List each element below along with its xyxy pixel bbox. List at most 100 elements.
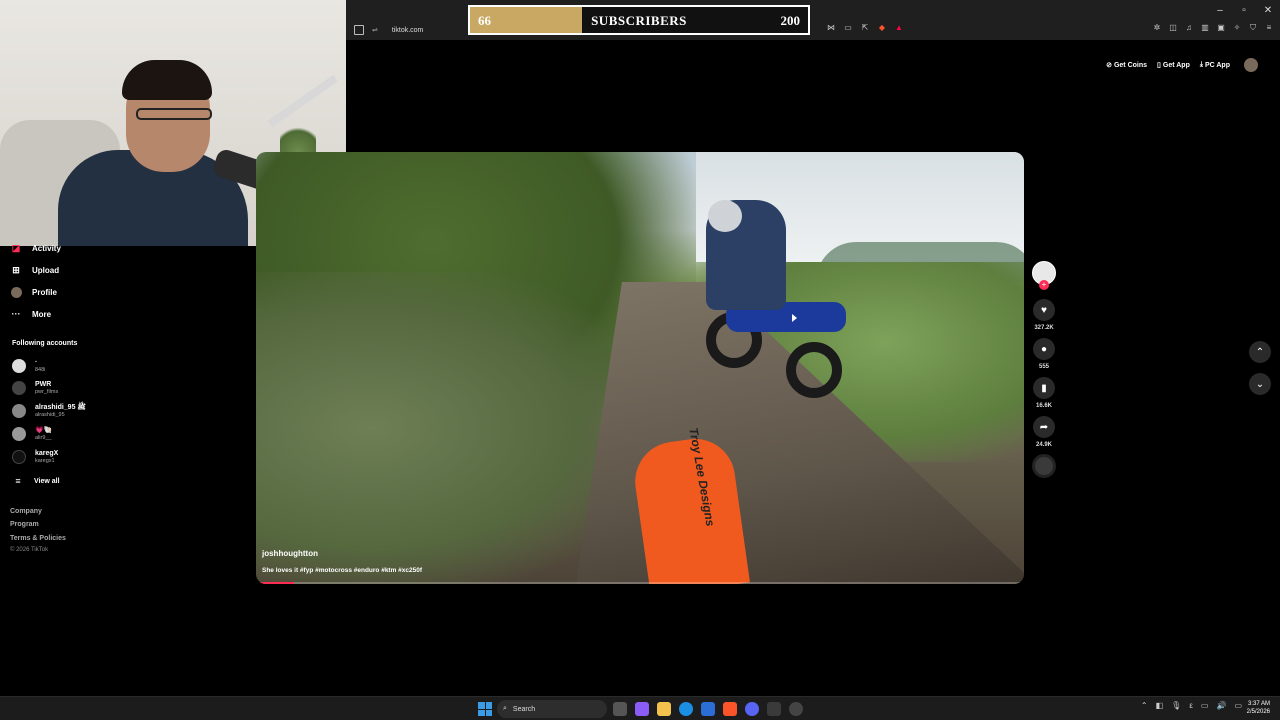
following-account[interactable]: 💗🐚 alir9__	[12, 425, 52, 443]
following-account[interactable]: alrashidi_95 ﷺ alrashidi_95	[12, 402, 86, 420]
mouse-cursor	[792, 314, 797, 322]
system-tray: ⌃ ◧ 🎙 ε ▭ 🔊 ▭	[1141, 701, 1242, 710]
footer-link-company[interactable]: Company	[10, 508, 42, 515]
next-video-button[interactable]: ⌄	[1249, 373, 1271, 395]
address-bar-actions: ⋈ ▭ ⇱ ◆ ▲	[826, 23, 904, 33]
list-icon: ≡	[15, 476, 21, 486]
cast-icon[interactable]: ▭	[843, 23, 853, 33]
profile-avatar	[10, 286, 22, 298]
following-account[interactable]: karegX karegx1	[12, 448, 58, 466]
share-icon[interactable]: ⇱	[860, 23, 870, 33]
file-explorer-icon[interactable]	[657, 702, 671, 716]
video-author[interactable]: joshhoughtton	[262, 549, 318, 558]
subscriber-label: SUBSCRIBERS	[591, 13, 687, 28]
rider-helmet	[708, 200, 742, 232]
account-name: PWR	[35, 380, 52, 388]
leo-icon[interactable]: ✧	[1232, 23, 1242, 33]
video-player[interactable]: Troy Lee Designs ··· joshhoughtton She l…	[256, 152, 1024, 584]
share-button[interactable]: ➦	[1033, 416, 1055, 438]
account-avatar	[12, 427, 26, 441]
windows-taskbar: ⌕ Search ⌃ ◧ 🎙 ε ▭ 🔊 ▭ 3:37 AM 2/5/2026	[0, 696, 1280, 720]
sound-disc[interactable]	[1032, 454, 1056, 478]
save-count: 16.6K	[1035, 403, 1052, 409]
video-progress-bar[interactable]	[256, 582, 1024, 584]
mic-icon[interactable]: 🎙	[1171, 701, 1181, 710]
activity-icon: ◪	[11, 242, 21, 253]
tray-chevron-icon[interactable]: ⌃	[1141, 701, 1148, 710]
sidebar-item-activity[interactable]: ◪ Activity	[10, 242, 61, 254]
task-view-icon[interactable]	[613, 702, 627, 716]
comment-button[interactable]: ●	[1033, 338, 1055, 360]
wallet-icon[interactable]: ▣	[1216, 23, 1226, 33]
start-button[interactable]	[478, 702, 492, 716]
subscriber-goal-overlay: 66 SUBSCRIBERS 200	[468, 5, 810, 35]
user-avatar[interactable]	[1244, 58, 1258, 72]
close-button[interactable]: ✕	[1256, 0, 1280, 20]
store-icon[interactable]	[701, 702, 715, 716]
extensions-icon[interactable]: ✲	[1152, 23, 1162, 33]
brave-icon[interactable]	[723, 702, 737, 716]
video-bank	[256, 272, 636, 584]
account-name: 💗🐚	[35, 426, 53, 434]
download-icon: ⤓	[1199, 61, 1203, 68]
sidebar-toggle-icon[interactable]: ▥	[1200, 23, 1210, 33]
brave-rewards-icon[interactable]: ▲	[894, 23, 904, 33]
search-placeholder: Search	[512, 705, 536, 713]
music-icon[interactable]: ♫	[1184, 23, 1194, 33]
account-name: karegX	[35, 449, 59, 457]
copilot-icon[interactable]	[635, 702, 649, 716]
media-icon[interactable]: ⋈	[826, 23, 836, 33]
previous-video-button[interactable]: ⌃	[1249, 341, 1271, 363]
view-all-label: View all	[34, 477, 60, 485]
pc-app-label: PC App	[1204, 61, 1230, 69]
footer-link-terms[interactable]: Terms & Policies	[10, 535, 66, 542]
phone-icon: ▯	[1157, 62, 1161, 69]
account-handle: pwr_films	[35, 388, 59, 395]
footer-link-program[interactable]: Program	[10, 521, 39, 528]
battery-icon[interactable]: ▭	[1234, 701, 1242, 710]
save-button[interactable]: ▮	[1033, 377, 1055, 399]
sidebar-item-upload[interactable]: ⊞ Upload	[10, 264, 59, 276]
vpn-icon[interactable]: ⛉	[1248, 23, 1258, 33]
account-name: alrashidi_95 ﷺ	[35, 403, 86, 411]
brave-shields-icon[interactable]: ◆	[877, 23, 887, 33]
view-all-link[interactable]: ≡ View all	[12, 475, 60, 487]
mic-arm	[267, 74, 338, 128]
account-handle: alir9__	[35, 434, 52, 441]
search-icon: ⌕	[503, 705, 507, 712]
obs-icon[interactable]	[789, 702, 803, 716]
language-icon[interactable]: ε	[1189, 701, 1193, 710]
screenshot-icon[interactable]: ◫	[1168, 23, 1178, 33]
network-icon[interactable]: ▭	[1201, 701, 1209, 710]
window-controls: – ▫ ✕	[1208, 0, 1280, 20]
upload-icon: ⊞	[12, 264, 20, 275]
menu-icon[interactable]: ≡	[1264, 23, 1274, 33]
taskbar-search[interactable]: ⌕ Search	[497, 700, 607, 718]
following-account[interactable]: · 848i	[12, 357, 45, 375]
like-button[interactable]: ♥	[1033, 299, 1055, 321]
edge-icon[interactable]	[679, 702, 693, 716]
volume-icon[interactable]: 🔊	[1216, 701, 1226, 710]
maximize-button[interactable]: ▫	[1232, 0, 1256, 20]
site-settings-icon[interactable]: ⇌	[372, 26, 378, 34]
account-avatar	[12, 359, 26, 373]
terminal-icon[interactable]	[767, 702, 781, 716]
following-account[interactable]: PWR pwr_films	[12, 379, 58, 397]
url-text[interactable]: tiktok.com	[392, 27, 424, 34]
taskbar-clock[interactable]: 3:37 AM 2/5/2026	[1247, 700, 1270, 716]
follow-plus-icon[interactable]: +	[1039, 280, 1049, 290]
bookmark-icon[interactable]	[354, 25, 364, 35]
sidebar-item-more[interactable]: ··· More	[10, 308, 52, 320]
account-avatar	[12, 381, 26, 395]
discord-icon[interactable]	[745, 702, 759, 716]
sidebar-item-label: Upload	[32, 265, 60, 275]
tray-app-icon[interactable]: ◧	[1156, 701, 1164, 710]
video-more-button[interactable]: ···	[1001, 160, 1014, 171]
account-handle: karegx1	[35, 457, 55, 464]
get-app-button[interactable]: ▯ Get App	[1157, 61, 1190, 70]
minimize-button[interactable]: –	[1208, 0, 1232, 20]
sidebar-item-profile[interactable]: Profile	[10, 286, 57, 298]
get-coins-button[interactable]: ⊘ Get Coins	[1106, 61, 1147, 70]
like-count: 327.2K	[1034, 325, 1054, 331]
pc-app-button[interactable]: ⤓ PC App	[1200, 61, 1230, 69]
